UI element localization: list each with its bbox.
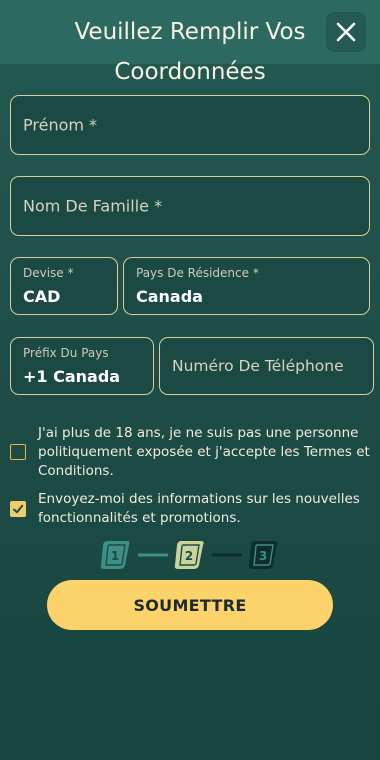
currency-value: CAD [23, 287, 61, 306]
phone-number-field[interactable]: Numéro De Téléphone [159, 337, 374, 395]
marketing-checkbox[interactable] [10, 501, 26, 517]
phone-prefix-select[interactable]: Préfix Du Pays +1 Canada [10, 337, 154, 395]
phone-prefix-value: +1 Canada [23, 367, 121, 386]
marketing-text: Envoyez-moi des informations sur les nou… [38, 491, 360, 526]
step-2-label: 2 [185, 549, 193, 563]
step-1-label: 1 [111, 549, 119, 563]
age-terms-consent: J'ai plus de 18 ans, je ne suis pas une … [10, 424, 372, 481]
country-value: Canada [136, 287, 203, 306]
step-2-icon: 2 [174, 541, 204, 569]
checkmark-icon [13, 504, 24, 514]
country-select[interactable]: Pays De Résidence * Canada [123, 257, 370, 315]
submit-label: SOUMETTRE [133, 595, 247, 615]
phone-number-placeholder: Numéro De Téléphone [172, 357, 344, 375]
step-1-icon: 1 [100, 541, 130, 569]
last-name-field[interactable]: Nom De Famille * [10, 176, 370, 236]
close-icon [336, 22, 356, 42]
last-name-placeholder: Nom De Famille * [23, 196, 163, 216]
age-terms-text: J'ai plus de 18 ans, je ne suis pas une … [38, 425, 370, 479]
step-3-label: 3 [259, 549, 267, 563]
submit-button[interactable]: SOUMETTRE [47, 580, 333, 630]
progress-steps: 1 2 3 [100, 541, 278, 569]
age-terms-checkbox[interactable] [10, 444, 26, 460]
first-name-placeholder: Prénom * [23, 115, 98, 135]
phone-prefix-label: Préfix Du Pays [23, 346, 109, 360]
page-title: Veuillez Remplir Vos Coordonnées [74, 19, 306, 85]
first-name-field[interactable]: Prénom * [10, 95, 370, 155]
currency-label: Devise * [23, 266, 74, 280]
marketing-consent: Envoyez-moi des informations sur les nou… [10, 490, 372, 528]
step-3-icon: 3 [248, 541, 278, 569]
currency-select[interactable]: Devise * CAD [10, 257, 118, 315]
country-label: Pays De Résidence * [136, 266, 259, 280]
close-button[interactable] [326, 12, 366, 52]
